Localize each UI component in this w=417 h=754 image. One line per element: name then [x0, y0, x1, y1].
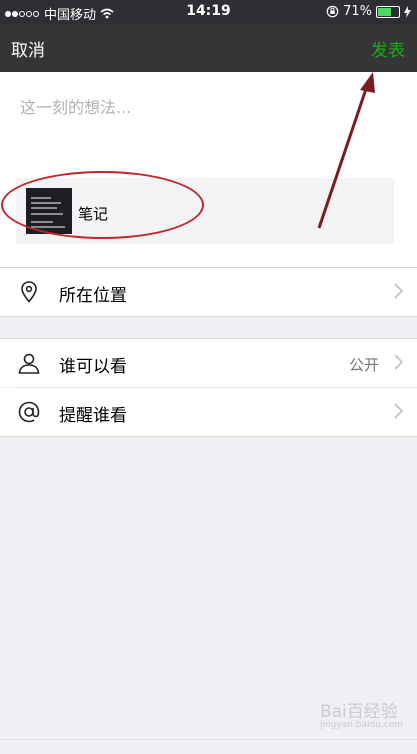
- chevron-right-icon: [394, 403, 403, 419]
- visibility-row[interactable]: 谁可以看 公开: [0, 339, 417, 387]
- separator: [0, 436, 417, 437]
- chevron-right-icon: [394, 283, 403, 299]
- at-sign-icon: [18, 401, 40, 423]
- watermark: Bai百经验 jingyan.baidu.com: [320, 697, 403, 730]
- location-row[interactable]: 所在位置: [0, 268, 417, 316]
- visibility-value: 公开: [348, 356, 379, 374]
- annotation-arrow: [317, 72, 375, 229]
- separator: [0, 316, 417, 317]
- mention-row[interactable]: 提醒谁看: [0, 388, 417, 436]
- watermark-sub: jingyan.baidu.com: [319, 720, 403, 730]
- chevron-right-icon: [394, 354, 403, 370]
- visibility-label: 谁可以看: [59, 357, 127, 377]
- location-pin-icon: [21, 281, 37, 303]
- separator: [0, 739, 417, 740]
- mention-label: 提醒谁看: [59, 406, 127, 426]
- person-icon: [18, 353, 40, 374]
- location-label: 所在位置: [59, 286, 127, 306]
- watermark-text: Bai百经验: [319, 702, 398, 722]
